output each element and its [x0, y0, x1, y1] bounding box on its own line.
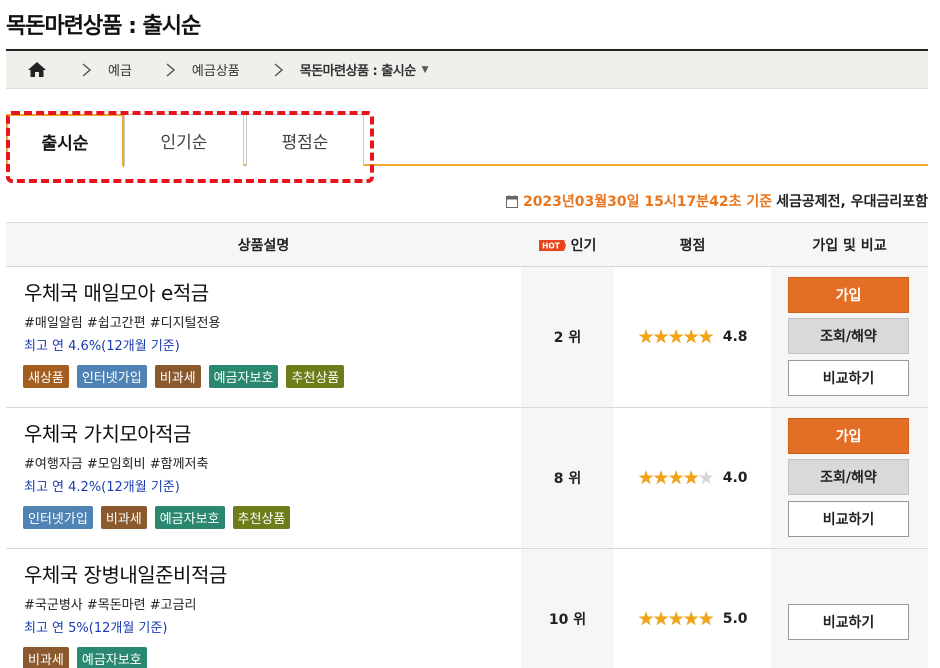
star-icon: ★ — [682, 325, 700, 348]
star-icon: ★ — [697, 325, 715, 348]
product-row: 우체국 매일모아 e적금 #매일알림 #쉽고간편 #디지털전용 최고 연 4.6… — [6, 267, 928, 408]
action-buttons: 비교하기 — [771, 549, 928, 668]
popularity-rank: 8 위 — [521, 408, 614, 548]
star-icon: ★ — [652, 466, 670, 489]
tab-rating-order[interactable]: 평점순 — [246, 114, 364, 166]
breadcrumb-item-deposit-products[interactable]: 예금상품 — [192, 60, 240, 79]
page-title: 목돈마련상품 : 출시순 — [6, 14, 201, 39]
star-icon: ★ — [697, 466, 715, 489]
badge-tax-free: 비과세 — [154, 365, 201, 388]
header-popularity: HOT 인기 — [521, 223, 614, 266]
product-row: 우체국 장병내일준비적금 #국군병사 #목돈마련 #고금리 최고 연 5%(12… — [6, 549, 928, 668]
chevron-right-icon — [82, 62, 92, 77]
action-buttons: 가입 조회/해약 비교하기 — [771, 267, 928, 407]
badge-depositor-protection: 예금자보호 — [208, 365, 279, 388]
badge-tax-free: 비과세 — [23, 647, 69, 668]
star-icon: ★ — [652, 325, 670, 348]
chevron-right-icon — [166, 62, 176, 77]
star-icon: ★ — [667, 607, 685, 630]
header-rating: 평점 — [679, 237, 706, 254]
product-hashtags: #매일알림 #쉽고간편 #디지털전용 — [24, 316, 221, 331]
rating-score: 4.0 — [722, 470, 748, 486]
reference-info: 2023년03월30일 15시17분42초 기준 세금공제전, 우대금리포함 — [505, 191, 928, 211]
star-icon: ★ — [637, 607, 654, 630]
header-action: 가입 및 비교 — [812, 237, 887, 254]
star-icon: ★ — [682, 466, 700, 489]
breadcrumb-item-deposit[interactable]: 예금 — [108, 60, 132, 79]
rating-score: 4.8 — [722, 329, 748, 345]
badge-recommended: 추천상품 — [232, 506, 291, 529]
star-icon: ★ — [652, 607, 670, 630]
tab-release-order[interactable]: 출시순 — [6, 114, 124, 168]
breadcrumb: 예금 예금상품 목돈마련상품 : 출시순 ▼ — [6, 51, 928, 89]
compare-button[interactable]: 비교하기 — [788, 501, 909, 537]
badge-depositor-protection: 예금자보호 — [76, 647, 147, 668]
rating: ★ ★ ★ ★ ★ 4.0 — [614, 408, 771, 548]
join-button[interactable]: 가입 — [788, 277, 909, 313]
product-rate: 최고 연 5%(12개월 기준) — [24, 621, 168, 636]
inquiry-cancel-button[interactable]: 조회/해약 — [788, 459, 909, 495]
home-icon[interactable] — [26, 61, 48, 79]
badge-tax-free: 비과세 — [100, 506, 147, 529]
star-icon: ★ — [667, 466, 685, 489]
sort-tabs: 출시순 인기순 평점순 — [6, 112, 928, 168]
join-button[interactable]: 가입 — [788, 418, 909, 454]
compare-button[interactable]: 비교하기 — [788, 360, 909, 396]
product-rate: 최고 연 4.2%(12개월 기준) — [24, 480, 180, 495]
breadcrumb-current-dropdown[interactable]: 목돈마련상품 : 출시순 — [300, 60, 416, 79]
product-description: 우체국 가치모아적금 #여행자금 #모임회비 #함께저축 최고 연 4.2%(1… — [6, 408, 521, 548]
star-icon: ★ — [637, 325, 654, 348]
product-name[interactable]: 우체국 매일모아 e적금 — [24, 277, 209, 306]
rating: ★ ★ ★ ★ ★ 4.8 — [614, 267, 771, 407]
product-hashtags: #국군병사 #목돈마련 #고금리 — [24, 598, 197, 613]
chevron-right-icon — [274, 62, 284, 77]
product-rate: 최고 연 4.6%(12개월 기준) — [24, 339, 180, 354]
reference-date: 2023년03월30일 15시17분42초 기준 — [522, 194, 773, 210]
rating-score: 5.0 — [722, 611, 748, 627]
header-description: 상품설명 — [237, 237, 290, 254]
product-name[interactable]: 우체국 가치모아적금 — [24, 418, 191, 447]
product-name[interactable]: 우체국 장병내일준비적금 — [24, 559, 227, 588]
star-icon: ★ — [667, 325, 685, 348]
header-popularity-label: 인기 — [570, 237, 597, 254]
star-rating: ★ ★ ★ ★ ★ — [637, 466, 715, 489]
badge-recommended: 추천상품 — [286, 365, 345, 388]
star-icon: ★ — [682, 607, 700, 630]
product-badges: 새상품 인터넷가입 비과세 예금자보호 추천상품 — [23, 365, 345, 388]
hot-icon-text: HOT — [542, 242, 561, 251]
compare-button[interactable]: 비교하기 — [788, 604, 909, 640]
product-hashtags: #여행자금 #모임회비 #함께저축 — [24, 457, 209, 472]
badge-new: 새상품 — [23, 365, 69, 388]
product-badges: 비과세 예금자보호 — [23, 647, 147, 668]
calendar-icon — [505, 194, 518, 208]
product-row: 우체국 가치모아적금 #여행자금 #모임회비 #함께저축 최고 연 4.2%(1… — [6, 408, 928, 549]
badge-online: 인터넷가입 — [76, 365, 147, 388]
star-icon: ★ — [637, 466, 654, 489]
product-description: 우체국 장병내일준비적금 #국군병사 #목돈마련 #고금리 최고 연 5%(12… — [6, 549, 521, 668]
star-rating: ★ ★ ★ ★ ★ — [637, 325, 715, 348]
star-icon: ★ — [697, 607, 715, 630]
badge-depositor-protection: 예금자보호 — [154, 506, 225, 529]
star-rating: ★ ★ ★ ★ ★ — [637, 607, 715, 630]
hot-icon: HOT — [538, 239, 566, 251]
rating: ★ ★ ★ ★ ★ 5.0 — [614, 549, 771, 668]
popularity-rank: 2 위 — [521, 267, 614, 407]
tab-popularity-order[interactable]: 인기순 — [124, 114, 244, 166]
inquiry-cancel-button[interactable]: 조회/해약 — [788, 318, 909, 354]
badge-online: 인터넷가입 — [23, 506, 93, 529]
action-buttons: 가입 조회/해약 비교하기 — [771, 408, 928, 548]
table-header: 상품설명 HOT 인기 평점 가입 및 비교 — [6, 222, 928, 267]
product-badges: 인터넷가입 비과세 예금자보호 추천상품 — [23, 506, 291, 529]
caret-down-icon[interactable]: ▼ — [422, 65, 429, 75]
product-description: 우체국 매일모아 e적금 #매일알림 #쉽고간편 #디지털전용 최고 연 4.6… — [6, 267, 521, 407]
popularity-rank: 10 위 — [521, 549, 614, 668]
reference-note: 세금공제전, 우대금리포함 — [776, 194, 928, 210]
